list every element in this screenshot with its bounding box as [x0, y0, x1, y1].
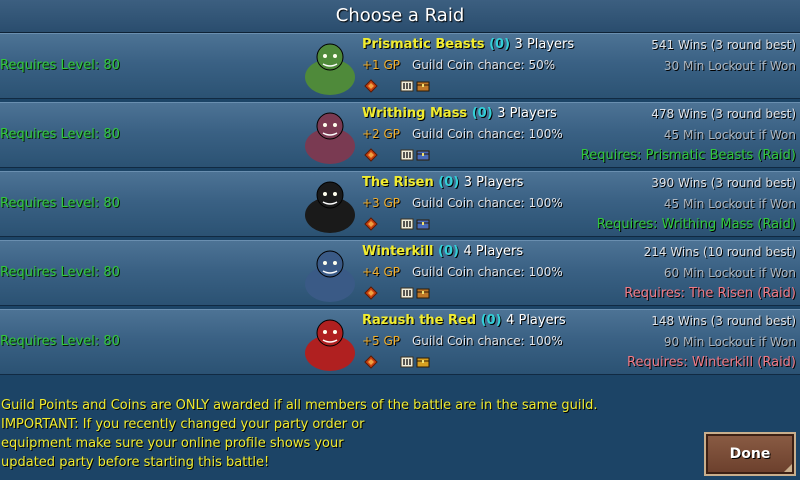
gem-icon	[364, 355, 378, 369]
chest-icon	[416, 288, 430, 299]
raid-wins: 478 Wins (3 round best)	[651, 107, 796, 121]
raid-boss-portrait	[305, 43, 355, 95]
important-notice-1: IMPORTANT: If you recently changed your …	[1, 417, 365, 432]
raid-players: 3 Players	[463, 175, 524, 190]
important-notice-3: updated party before starting this battl…	[1, 455, 270, 470]
raid-lockout: 45 Min Lockout if Won	[663, 197, 796, 211]
raid-name: Razush the Red	[362, 313, 477, 328]
raid-name-line: Writhing Mass (0) 3 Players	[362, 106, 557, 121]
raid-notes: Guild Points and Coins are ONLY awarded …	[1, 396, 691, 472]
raid-prerequisite: Requires: Winterkill (Raid)	[627, 355, 796, 370]
gem-icon	[364, 148, 378, 162]
required-level-label: Requires Level: 80	[0, 127, 120, 142]
guild-points-reward: +1 GP	[362, 58, 401, 72]
raid-party-count: (0)	[480, 313, 502, 328]
raid-list: Requires Level: 80 Prismatic Beasts (0) …	[0, 33, 800, 378]
raid-players: 4 Players	[506, 313, 566, 328]
raid-boss-portrait	[305, 319, 355, 371]
raid-wins: 390 Wins (3 round best)	[651, 176, 796, 190]
required-level-label: Requires Level: 80	[0, 265, 120, 280]
guild-coin-chance: Guild Coin chance: 100%	[412, 196, 563, 210]
raid-lockout: 90 Min Lockout if Won	[663, 335, 796, 349]
guild-points-reward: +2 GP	[362, 127, 401, 141]
raid-row-1[interactable]: Requires Level: 80 Writhing Mass (0) 3 P…	[0, 102, 800, 168]
required-level-label: Requires Level: 80	[0, 58, 120, 73]
done-button-label: Done	[729, 446, 771, 462]
raid-wins: 214 Wins (10 round best)	[643, 245, 796, 259]
raid-row-4[interactable]: Requires Level: 80 Razush the Red (0) 4 …	[0, 309, 800, 375]
raid-players: 4 Players	[463, 244, 524, 259]
gem-icon	[364, 217, 378, 231]
scroll-icon	[400, 287, 414, 299]
guild-notice: Guild Points and Coins are ONLY awarded …	[1, 398, 598, 413]
chest-icon	[416, 150, 430, 161]
dialog-title: Choose a Raid	[0, 0, 800, 33]
raid-lockout: 45 Min Lockout if Won	[663, 128, 796, 142]
required-level-label: Requires Level: 80	[0, 334, 120, 349]
raid-prerequisite: Requires: Writhing Mass (Raid)	[596, 217, 796, 232]
done-button[interactable]: Done	[704, 432, 796, 476]
raid-boss-portrait	[305, 112, 355, 164]
scroll-icon	[400, 218, 414, 230]
raid-party-count: (0)	[438, 175, 460, 190]
raid-boss-portrait	[305, 250, 355, 302]
raid-name: Winterkill	[362, 244, 434, 259]
gem-icon	[364, 79, 378, 93]
guild-points-reward: +3 GP	[362, 196, 401, 210]
raid-name-line: Prismatic Beasts (0) 3 Players	[362, 37, 574, 52]
required-level-label: Requires Level: 80	[0, 196, 120, 211]
guild-coin-chance: Guild Coin chance: 100%	[412, 127, 563, 141]
guild-points-reward: +5 GP	[362, 334, 401, 348]
raid-row-0[interactable]: Requires Level: 80 Prismatic Beasts (0) …	[0, 33, 800, 99]
raid-name: Writhing Mass	[362, 106, 468, 121]
raid-name: The Risen	[362, 175, 434, 190]
resize-corner-icon	[784, 464, 792, 472]
raid-row-3[interactable]: Requires Level: 80 Winterkill (0) 4 Play…	[0, 240, 800, 306]
scroll-icon	[400, 149, 414, 161]
raid-party-count: (0)	[471, 106, 493, 121]
raid-boss-portrait	[305, 181, 355, 233]
important-notice-2: equipment make sure your online profile …	[1, 436, 344, 451]
guild-points-reward: +4 GP	[362, 265, 401, 279]
raid-name-line: Winterkill (0) 4 Players	[362, 244, 523, 259]
raid-prerequisite: Requires: The Risen (Raid)	[624, 286, 796, 301]
raid-name-line: Razush the Red (0) 4 Players	[362, 313, 566, 328]
raid-lockout: 60 Min Lockout if Won	[663, 266, 796, 280]
guild-coin-chance: Guild Coin chance: 100%	[412, 334, 563, 348]
guild-coin-chance: Guild Coin chance: 100%	[412, 265, 563, 279]
raid-lockout: 30 Min Lockout if Won	[663, 59, 796, 73]
guild-coin-chance: Guild Coin chance: 50%	[412, 58, 556, 72]
raid-party-count: (0)	[489, 37, 511, 52]
scroll-icon	[400, 80, 414, 92]
gem-icon	[364, 286, 378, 300]
raid-name: Prismatic Beasts	[362, 37, 485, 52]
raid-wins: 541 Wins (3 round best)	[651, 38, 796, 52]
chest-icon	[416, 81, 430, 92]
chest-icon	[416, 357, 430, 368]
raid-players: 3 Players	[497, 106, 557, 121]
chest-icon	[416, 219, 430, 230]
scroll-icon	[400, 356, 414, 368]
raid-prerequisite: Requires: Prismatic Beasts (Raid)	[580, 148, 796, 163]
raid-players: 3 Players	[514, 37, 575, 52]
raid-name-line: The Risen (0) 3 Players	[362, 175, 523, 190]
raid-wins: 148 Wins (3 round best)	[651, 314, 796, 328]
raid-party-count: (0)	[438, 244, 459, 259]
raid-row-2[interactable]: Requires Level: 80 The Risen (0) 3 Playe…	[0, 171, 800, 237]
